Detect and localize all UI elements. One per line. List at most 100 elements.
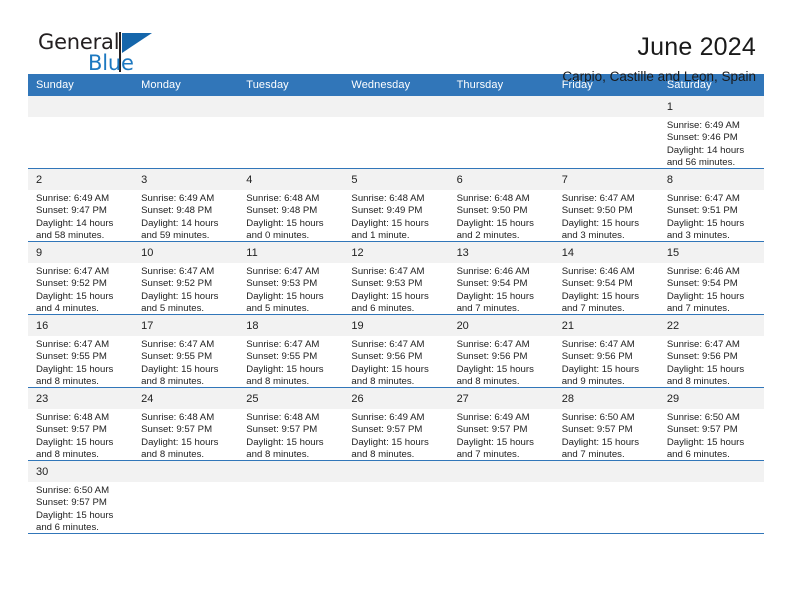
daylight-text: Daylight: 15 hours and 8 minutes. — [36, 436, 114, 461]
calendar-cell-day[interactable]: 21 Sunrise: 6:47 AM Sunset: 9:56 PM Dayligh… — [553, 314, 659, 388]
calendar-cell-empty — [553, 96, 659, 169]
generalblue-logo: General Blue — [36, 30, 166, 78]
day-cell: 7 Sunrise: 6:47 AM Sunset: 9:50 PM Daylight… — [553, 169, 659, 241]
day-cell: 17 Sunrise: 6:47 AM Sunset: 9:55 PM Dayligh… — [133, 315, 239, 389]
calendar-cell-day[interactable]: 15 Sunrise: 6:46 AM Sunset: 9:54 PM Dayligh… — [658, 241, 764, 315]
day-number: 19 — [343, 315, 449, 336]
day-number: 15 — [658, 242, 764, 263]
calendar-cell-empty — [133, 96, 239, 169]
daylight-text: Daylight: 15 hours and 5 minutes. — [246, 290, 324, 315]
sunrise-text: Sunrise: 6:47 AM — [246, 339, 320, 350]
calendar-cell-empty — [28, 96, 134, 169]
calendar-cell-day[interactable]: 11 Sunrise: 6:47 AM Sunset: 9:53 PM Dayligh… — [238, 241, 344, 315]
day-number: 25 — [238, 388, 344, 409]
calendar-cell-day[interactable]: 12 Sunrise: 6:47 AM Sunset: 9:53 PM Dayligh… — [343, 241, 449, 316]
daylight-text: Daylight: 15 hours and 8 minutes. — [36, 363, 114, 388]
calendar-cell-day[interactable]: 27 Sunrise: 6:49 AM Sunset: 9:57 PM Dayligh… — [448, 387, 554, 461]
day-cell: 5 Sunrise: 6:48 AM Sunset: 9:49 PM Daylight… — [343, 169, 449, 243]
sunrise-text: Sunrise: 6:48 AM — [246, 193, 320, 204]
sunrise-text: Sunrise: 6:50 AM — [666, 412, 740, 423]
sunrise-text: Sunrise: 6:49 AM — [141, 193, 215, 204]
calendar-cell-day[interactable]: 4 Sunrise: 6:48 AM Sunset: 9:48 PM Daylight… — [238, 168, 344, 242]
calendar-cell-empty — [238, 96, 344, 169]
calendar-cell-day[interactable]: 8 Sunrise: 6:47 AM Sunset: 9:51 PM Daylight… — [658, 168, 764, 242]
calendar-cell-empty — [343, 96, 449, 169]
day-cell: 16 Sunrise: 6:47 AM Sunset: 9:55 PM Dayligh… — [28, 315, 134, 388]
day-cell — [133, 96, 239, 168]
calendar-week-row: 16 Sunrise: 6:47 AM Sunset: 9:55 PM Dayligh… — [28, 314, 764, 389]
calendar-cell-day[interactable]: 28 Sunrise: 6:50 AM Sunset: 9:57 PM Dayligh… — [553, 387, 659, 462]
day-details: Sunrise: 6:49 AM Sunset: 9:47 PM Daylight:… — [28, 190, 133, 243]
calendar-cell-day[interactable]: 13 Sunrise: 6:46 AM Sunset: 9:54 PM Dayligh… — [448, 241, 554, 315]
calendar-cell-day[interactable]: 1 Sunrise: 6:49 AM Sunset: 9:46 PM Daylight… — [658, 96, 764, 169]
day-cell: 3 Sunrise: 6:49 AM Sunset: 9:48 PM Daylight… — [133, 169, 239, 241]
daylight-text: Daylight: 15 hours and 1 minute. — [351, 217, 429, 242]
sunset-text: Sunset: 9:56 PM — [666, 351, 738, 363]
calendar-cell-day[interactable]: 14 Sunrise: 6:46 AM Sunset: 9:54 PM Dayligh… — [553, 241, 659, 315]
calendar-cell-day[interactable]: 3 Sunrise: 6:49 AM Sunset: 9:48 PM Daylight… — [133, 168, 239, 242]
calendar-cell-day[interactable]: 16 Sunrise: 6:47 AM Sunset: 9:55 PM Dayligh… — [28, 314, 134, 388]
sunset-text: Sunset: 9:52 PM — [141, 278, 213, 290]
day-cell — [343, 461, 449, 533]
calendar-cell-day[interactable]: 10 Sunrise: 6:47 AM Sunset: 9:52 PM Dayligh… — [133, 241, 239, 315]
calendar-cell-day[interactable]: 24 Sunrise: 6:48 AM Sunset: 9:57 PM Dayligh… — [133, 387, 239, 461]
weekday-header-tuesday: Tuesday — [238, 74, 344, 96]
day-number: 4 — [238, 169, 344, 190]
sunset-text: Sunset: 9:53 PM — [246, 278, 318, 290]
day-details: Sunrise: 6:47 AM Sunset: 9:56 PM Daylight:… — [343, 336, 448, 389]
calendar-cell-day[interactable]: 9 Sunrise: 6:47 AM Sunset: 9:52 PM Daylight… — [28, 241, 134, 315]
calendar-cell-day[interactable]: 7 Sunrise: 6:47 AM Sunset: 9:50 PM Daylight… — [553, 168, 659, 242]
sunset-text: Sunset: 9:46 PM — [666, 132, 738, 144]
day-number: 18 — [238, 315, 344, 336]
day-cell: 24 Sunrise: 6:48 AM Sunset: 9:57 PM Dayligh… — [133, 388, 239, 460]
daylight-text: Daylight: 15 hours and 7 minutes. — [561, 290, 640, 315]
day-number — [448, 96, 554, 117]
daylight-text: Daylight: 15 hours and 7 minutes. — [456, 290, 534, 315]
day-details: Sunrise: 6:47 AM Sunset: 9:55 PM Daylight:… — [238, 336, 343, 389]
sunrise-text: Sunrise: 6:49 AM — [351, 412, 425, 423]
page-title: June 2024 — [637, 33, 756, 61]
calendar-cell-day[interactable]: 5 Sunrise: 6:48 AM Sunset: 9:49 PM Daylight… — [343, 168, 449, 243]
sunrise-text: Sunrise: 6:48 AM — [141, 412, 215, 423]
day-details: Sunrise: 6:48 AM Sunset: 9:50 PM Daylight:… — [449, 190, 554, 243]
sunrise-text: Sunrise: 6:47 AM — [666, 339, 740, 350]
day-cell: 8 Sunrise: 6:47 AM Sunset: 9:51 PM Daylight… — [658, 169, 764, 241]
calendar-cell-day[interactable]: 19 Sunrise: 6:47 AM Sunset: 9:56 PM Dayligh… — [343, 314, 449, 389]
daylight-text: Daylight: 14 hours and 58 minutes. — [36, 217, 114, 242]
day-number: 21 — [553, 315, 659, 336]
calendar-cell-day[interactable]: 23 Sunrise: 6:48 AM Sunset: 9:57 PM Dayligh… — [28, 387, 134, 461]
day-cell: 27 Sunrise: 6:49 AM Sunset: 9:57 PM Dayligh… — [448, 388, 554, 460]
sunset-text: Sunset: 9:57 PM — [561, 424, 633, 436]
calendar-cell-day[interactable]: 6 Sunrise: 6:48 AM Sunset: 9:50 PM Daylight… — [448, 168, 554, 243]
sunrise-text: Sunrise: 6:49 AM — [36, 193, 110, 204]
day-cell: 18 Sunrise: 6:47 AM Sunset: 9:55 PM Dayligh… — [238, 315, 344, 389]
day-cell: 2 Sunrise: 6:49 AM Sunset: 9:47 PM Daylight… — [28, 169, 134, 243]
day-details: Sunrise: 6:48 AM Sunset: 9:49 PM Daylight:… — [343, 190, 448, 243]
day-number — [238, 461, 344, 482]
calendar-cell-day[interactable]: 2 Sunrise: 6:49 AM Sunset: 9:47 PM Daylight… — [28, 168, 134, 243]
calendar-cell-day[interactable]: 29 Sunrise: 6:50 AM Sunset: 9:57 PM Dayligh… — [658, 387, 764, 461]
calendar-wrapper: Sunday Monday Tuesday Wednesday Thursday… — [0, 74, 792, 534]
day-details: Sunrise: 6:48 AM Sunset: 9:57 PM Daylight:… — [238, 409, 343, 462]
sunrise-text: Sunrise: 6:47 AM — [246, 266, 320, 277]
day-number: 9 — [28, 242, 134, 263]
day-cell: 11 Sunrise: 6:47 AM Sunset: 9:53 PM Dayligh… — [238, 242, 344, 315]
day-details: Sunrise: 6:49 AM Sunset: 9:57 PM Daylight:… — [343, 409, 448, 462]
calendar-week-row: 23 Sunrise: 6:48 AM Sunset: 9:57 PM Dayligh… — [28, 387, 764, 462]
calendar-cell-day[interactable]: 30 Sunrise: 6:50 AM Sunset: 9:57 PM Dayligh… — [28, 460, 134, 533]
calendar-cell-day[interactable]: 18 Sunrise: 6:47 AM Sunset: 9:55 PM Dayligh… — [238, 314, 344, 389]
day-details: Sunrise: 6:50 AM Sunset: 9:57 PM Daylight:… — [554, 409, 659, 462]
calendar-cell-day[interactable]: 17 Sunrise: 6:47 AM Sunset: 9:55 PM Dayligh… — [133, 314, 239, 389]
day-number: 16 — [28, 315, 134, 336]
day-number — [553, 461, 659, 482]
calendar-cell-day[interactable]: 26 Sunrise: 6:49 AM Sunset: 9:57 PM Dayligh… — [343, 387, 449, 462]
day-details: Sunrise: 6:47 AM Sunset: 9:53 PM Daylight:… — [343, 263, 448, 316]
sunset-text: Sunset: 9:54 PM — [561, 278, 633, 290]
calendar-cell-day[interactable]: 25 Sunrise: 6:48 AM Sunset: 9:57 PM Dayligh… — [238, 387, 344, 462]
sunrise-text: Sunrise: 6:47 AM — [456, 339, 530, 350]
day-details: Sunrise: 6:47 AM Sunset: 9:55 PM Daylight:… — [133, 336, 238, 389]
calendar-cell-day[interactable]: 20 Sunrise: 6:47 AM Sunset: 9:56 PM Dayligh… — [448, 314, 554, 388]
day-number — [133, 461, 239, 482]
calendar-cell-day[interactable]: 22 Sunrise: 6:47 AM Sunset: 9:56 PM Dayligh… — [658, 314, 764, 388]
day-cell: 14 Sunrise: 6:46 AM Sunset: 9:54 PM Dayligh… — [553, 242, 659, 315]
